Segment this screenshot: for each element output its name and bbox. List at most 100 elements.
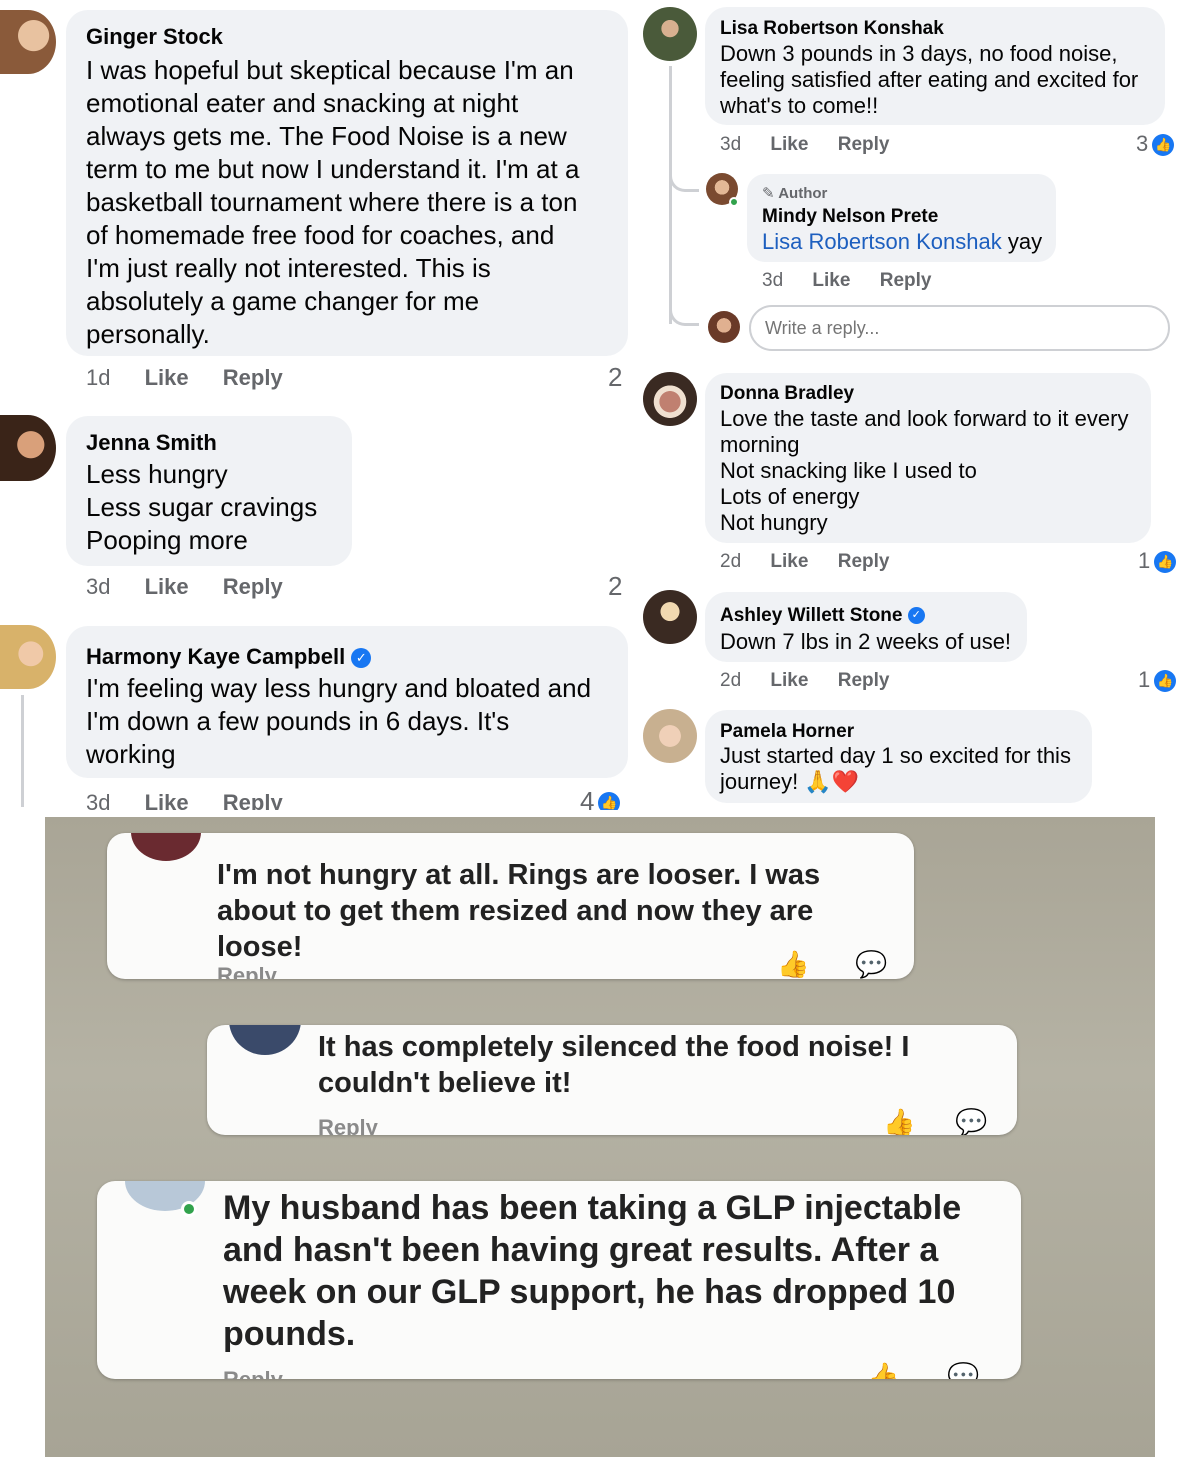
- comment-text: Less hungry Less sugar cravings Pooping …: [86, 459, 318, 555]
- avatar-ashley-willett-stone[interactable]: [643, 590, 697, 644]
- comment-time: 1d: [86, 365, 111, 390]
- reaction-count[interactable]: 3 👍: [1136, 131, 1175, 157]
- comment-actions: 2d Like Reply: [720, 670, 917, 692]
- reply-connector: [669, 150, 699, 192]
- reaction-count[interactable]: 1 👍: [1138, 667, 1177, 693]
- comment-actions: 3d Like Reply: [86, 790, 311, 810]
- comment-text: Lisa Robertson Konshak yay: [762, 229, 1043, 254]
- comment-bubble-harmony-kaye-campbell: Harmony Kaye Campbell ✓ I'm feeling way …: [66, 626, 628, 778]
- comment-time: 3d: [762, 270, 784, 291]
- panel-comment-text: It has completely silenced the food nois…: [318, 1031, 910, 1099]
- comment-text: Down 3 pounds in 3 days, no food noise, …: [720, 41, 1139, 118]
- testimonial-photo-panel: I'm not hungry at all. Rings are looser.…: [45, 817, 1155, 1457]
- like-button[interactable]: Like: [145, 365, 189, 390]
- like-button[interactable]: Like: [770, 551, 808, 572]
- comment-icon[interactable]: 💬: [947, 1361, 979, 1379]
- like-reaction-icon: 👍: [598, 792, 621, 810]
- reply-button[interactable]: Reply: [838, 551, 890, 572]
- avatar-donna-bradley[interactable]: [643, 372, 697, 426]
- comment-bubble-jenna-smith: Jenna Smith Less hungry Less sugar cravi…: [66, 416, 352, 566]
- comment-actions: 3d Like Reply: [720, 134, 917, 156]
- comment-icon[interactable]: 💬: [955, 1107, 987, 1135]
- like-reaction-icon: 👍: [1154, 551, 1177, 574]
- comment-actions: 1d Like Reply: [86, 365, 311, 391]
- comment-author[interactable]: Ashley Willett Stone ✓: [720, 605, 925, 627]
- avatar: [229, 1025, 301, 1055]
- comment-time: 3d: [86, 574, 111, 599]
- like-button[interactable]: Like: [770, 134, 808, 155]
- like-button[interactable]: Like: [145, 574, 189, 599]
- pencil-icon: ✎: [762, 185, 775, 202]
- comment-bubble-ashley-willett-stone: Ashley Willett Stone ✓ Down 7 lbs in 2 w…: [705, 592, 1027, 662]
- avatar-ginger-stock[interactable]: [0, 10, 56, 74]
- comment-author[interactable]: Jenna Smith: [86, 430, 217, 456]
- reply-input[interactable]: [749, 305, 1170, 351]
- panel-comment-text: I'm not hungry at all. Rings are looser.…: [217, 859, 821, 963]
- like-button[interactable]: Like: [770, 670, 808, 691]
- thumbs-up-icon[interactable]: 👍: [777, 949, 809, 979]
- reaction-count[interactable]: 1 👍: [1138, 548, 1177, 574]
- avatar-harmony-kaye-campbell[interactable]: [0, 625, 56, 689]
- comment-author[interactable]: Harmony Kaye Campbell ✓: [86, 644, 372, 670]
- comment-bubble-donna-bradley: Donna Bradley Love the taste and look fo…: [705, 373, 1151, 543]
- author-badge: ✎ Author: [762, 185, 828, 202]
- avatar: [131, 833, 201, 861]
- comment-time: 3d: [720, 134, 742, 155]
- panel-comment-bubble: I'm not hungry at all. Rings are looser.…: [107, 833, 914, 979]
- comment-time: 2d: [720, 551, 742, 572]
- thread-line: [669, 66, 672, 324]
- online-status-dot: [729, 197, 739, 207]
- comment-actions: 3d Like Reply: [86, 574, 311, 600]
- avatar-current-user: [708, 311, 740, 343]
- comment-time: 3d: [86, 790, 111, 810]
- like-button[interactable]: Like: [145, 790, 189, 810]
- like-button[interactable]: Like: [812, 270, 850, 291]
- panel-comment-text: My husband has been taking a GLP injecta…: [223, 1189, 962, 1353]
- reply-button[interactable]: Reply: [838, 670, 890, 691]
- comment-text: Down 7 lbs in 2 weeks of use!: [720, 629, 1012, 654]
- comment-text: I'm feeling way less hungry and bloated …: [86, 673, 592, 769]
- like-reaction-icon: 👍: [1154, 670, 1177, 693]
- reply-button[interactable]: Reply: [223, 1367, 283, 1379]
- reply-button[interactable]: Reply: [880, 270, 932, 291]
- comment-author[interactable]: Lisa Robertson Konshak: [720, 18, 944, 40]
- mention-link[interactable]: Lisa Robertson Konshak: [762, 229, 1002, 254]
- verified-badge-icon: ✓: [351, 648, 372, 669]
- reaction-count[interactable]: 2: [608, 362, 622, 393]
- comment-bubble-ginger-stock: Ginger Stock I was hopeful but skeptical…: [66, 10, 628, 356]
- comment-time: 2d: [720, 670, 742, 691]
- reply-connector: [669, 300, 699, 326]
- reply-button[interactable]: Reply: [838, 134, 890, 155]
- reply-button[interactable]: Reply: [318, 1115, 378, 1135]
- panel-comment-bubble: It has completely silenced the food nois…: [207, 1025, 1017, 1135]
- thumbs-up-icon[interactable]: 👍: [883, 1107, 915, 1135]
- reply-button[interactable]: Reply: [217, 963, 277, 979]
- thread-line: [21, 695, 24, 807]
- avatar-jenna-smith[interactable]: [0, 415, 56, 481]
- like-reaction-icon: 👍: [1152, 134, 1175, 157]
- comment-author[interactable]: Ginger Stock: [86, 24, 223, 50]
- panel-comment-bubble: My husband has been taking a GLP injecta…: [97, 1181, 1021, 1379]
- comment-bubble-pamela-horner: Pamela Horner Just started day 1 so exci…: [705, 710, 1092, 803]
- verified-badge-icon: ✓: [907, 607, 925, 625]
- reaction-count[interactable]: 4 👍: [580, 786, 621, 810]
- comment-text: I was hopeful but skeptical because I'm …: [86, 55, 580, 349]
- comment-text: Just started day 1 so excited for this j…: [720, 743, 1071, 794]
- thumbs-up-icon[interactable]: 👍: [867, 1361, 899, 1379]
- reply-bubble-mindy-nelson-prete: ✎ Author Mindy Nelson Prete Lisa Roberts…: [747, 174, 1056, 262]
- reply-button[interactable]: Reply: [223, 790, 283, 810]
- reaction-count[interactable]: 2: [608, 571, 622, 602]
- comment-actions: 2d Like Reply: [720, 551, 917, 573]
- comment-text: Love the taste and look forward to it ev…: [720, 406, 1129, 535]
- online-status-dot: [181, 1201, 197, 1217]
- reply-button[interactable]: Reply: [223, 365, 283, 390]
- avatar-lisa-robertson-konshak[interactable]: [643, 7, 697, 61]
- comment-author[interactable]: Pamela Horner: [720, 721, 854, 743]
- comment-icon[interactable]: 💬: [855, 949, 887, 979]
- comment-author[interactable]: Donna Bradley: [720, 383, 854, 405]
- reply-button[interactable]: Reply: [223, 574, 283, 599]
- comment-bubble-lisa-robertson-konshak: Lisa Robertson Konshak Down 3 pounds in …: [705, 7, 1165, 125]
- comment-author[interactable]: Mindy Nelson Prete: [762, 206, 938, 228]
- comment-actions: 3d Like Reply: [762, 270, 959, 292]
- avatar-pamela-horner[interactable]: [643, 709, 697, 763]
